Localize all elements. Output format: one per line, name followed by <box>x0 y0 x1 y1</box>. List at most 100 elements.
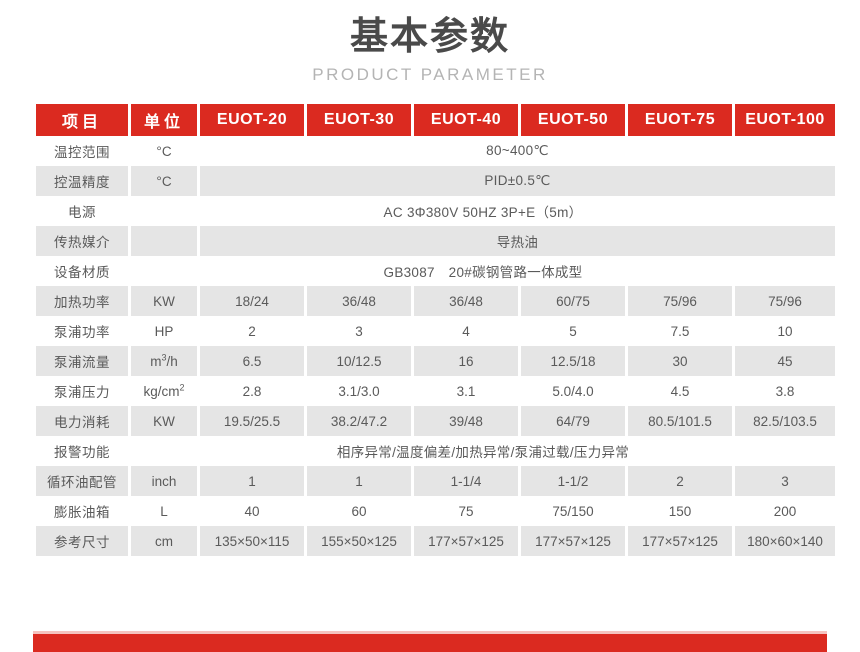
table-cell: 75/96 <box>628 286 732 316</box>
table-cell: 3 <box>307 316 411 346</box>
row-merged-value: GB3087 20#碳钢管路一体成型 <box>131 256 835 286</box>
table-cell: 155×50×125 <box>307 526 411 556</box>
row-label: 温控范围 <box>36 136 128 166</box>
table-cell: 5.0/4.0 <box>521 376 625 406</box>
table-cell: 80.5/101.5 <box>628 406 732 436</box>
row-label: 控温精度 <box>36 166 128 196</box>
table-cell: 16 <box>414 346 518 376</box>
table-header-cell-m20: EUOT-20 <box>200 104 304 136</box>
table-header-cell-item: 项目 <box>36 104 128 136</box>
row-merged-value: 导热油 <box>200 226 835 256</box>
table-row: 电力消耗 KW 19.5/25.5 38.2/47.2 39/48 64/79 80.5/1… <box>36 406 835 436</box>
table-cell: 75/150 <box>521 496 625 526</box>
table-row: 泵浦压力 kg/cm2 2.8 3.1/3.0 3.1 5.0/4.0 4.5 3.8 <box>36 376 835 406</box>
table-cell: 1 <box>307 466 411 496</box>
table-row: 控温精度 °C PID±0.5℃ <box>36 166 835 196</box>
table-cell: 2 <box>200 316 304 346</box>
row-label: 膨胀油箱 <box>36 496 128 526</box>
row-label: 电力消耗 <box>36 406 128 436</box>
row-label: 传热媒介 <box>36 226 128 256</box>
table-body: 温控范围 °C 80~400℃ 控温精度 °C PID±0.5℃ 电源 AC 3Φ380V 5… <box>36 136 835 556</box>
table-header: 项目 单位 EUOT-20 EUOT-30 EUOT-40 EUOT-50 EUOT-75 E… <box>36 104 835 136</box>
table-cell: 4.5 <box>628 376 732 406</box>
row-label: 泵浦功率 <box>36 316 128 346</box>
row-label: 泵浦流量 <box>36 346 128 376</box>
row-label: 设备材质 <box>36 256 128 286</box>
row-merged-value: 相序异常/温度偏差/加热异常/泵浦过载/压力异常 <box>131 436 835 466</box>
table-row: 膨胀油箱 L 40 60 75 75/150 150 200 <box>36 496 835 526</box>
table-cell: 36/48 <box>414 286 518 316</box>
table-cell: 5 <box>521 316 625 346</box>
table-cell: 75/96 <box>735 286 835 316</box>
table-cell: 30 <box>628 346 732 376</box>
table-row: 循环油配管 inch 1 1 1-1/4 1-1/2 2 3 <box>36 466 835 496</box>
table-cell: 180×60×140 <box>735 526 835 556</box>
table-row: 设备材质 GB3087 20#碳钢管路一体成型 <box>36 256 835 286</box>
table-cell: 45 <box>735 346 835 376</box>
table-cell: 2.8 <box>200 376 304 406</box>
table-header-row: 项目 单位 EUOT-20 EUOT-30 EUOT-40 EUOT-50 EUOT-75 E… <box>36 104 835 136</box>
table-cell: 75 <box>414 496 518 526</box>
table-row: 参考尺寸 cm 135×50×115 155×50×125 177×57×125 177×… <box>36 526 835 556</box>
page-subtitle: PRODUCT PARAMETER <box>312 65 548 84</box>
table-cell: 38.2/47.2 <box>307 406 411 436</box>
row-unit: °C <box>131 136 197 166</box>
table-cell: 150 <box>628 496 732 526</box>
table-row: 温控范围 °C 80~400℃ <box>36 136 835 166</box>
table-cell: 177×57×125 <box>628 526 732 556</box>
table-cell: 3.1/3.0 <box>307 376 411 406</box>
row-unit: cm <box>131 526 197 556</box>
row-merged-value: PID±0.5℃ <box>200 166 835 196</box>
table-cell: 64/79 <box>521 406 625 436</box>
row-merged-value: 80~400℃ <box>200 136 835 166</box>
table-cell: 3.1 <box>414 376 518 406</box>
table-row: 加热功率 KW 18/24 36/48 36/48 60/75 75/96 75/96 <box>36 286 835 316</box>
row-unit <box>131 226 197 256</box>
table-cell: 40 <box>200 496 304 526</box>
table-cell: 12.5/18 <box>521 346 625 376</box>
row-label: 循环油配管 <box>36 466 128 496</box>
parameter-table: 项目 单位 EUOT-20 EUOT-30 EUOT-40 EUOT-50 EUOT-75 E… <box>33 104 838 556</box>
table-row: 泵浦流量 m3/h 6.5 10/12.5 16 12.5/18 30 45 <box>36 346 835 376</box>
table-row: 泵浦功率 HP 2 3 4 5 7.5 10 <box>36 316 835 346</box>
row-unit: KW <box>131 406 197 436</box>
table-cell: 2 <box>628 466 732 496</box>
row-label: 电源 <box>36 196 128 226</box>
table-cell: 7.5 <box>628 316 732 346</box>
row-unit: kg/cm2 <box>131 376 197 406</box>
table-header-cell-m100: EUOT-100 <box>735 104 835 136</box>
row-unit: KW <box>131 286 197 316</box>
table-header-cell-unit: 单位 <box>131 104 197 136</box>
table-header-cell-m75: EUOT-75 <box>628 104 732 136</box>
table-cell: 1-1/2 <box>521 466 625 496</box>
table-cell: 82.5/103.5 <box>735 406 835 436</box>
row-label: 参考尺寸 <box>36 526 128 556</box>
table-cell: 18/24 <box>200 286 304 316</box>
row-unit: °C <box>131 166 197 196</box>
table-cell: 3.8 <box>735 376 835 406</box>
parameter-table-wrap: 项目 单位 EUOT-20 EUOT-30 EUOT-40 EUOT-50 EUOT-75 E… <box>33 104 835 556</box>
table-cell: 60 <box>307 496 411 526</box>
table-cell: 10/12.5 <box>307 346 411 376</box>
row-unit: L <box>131 496 197 526</box>
table-cell: 19.5/25.5 <box>200 406 304 436</box>
table-cell: 177×57×125 <box>414 526 518 556</box>
table-cell: 135×50×115 <box>200 526 304 556</box>
row-label: 报警功能 <box>36 436 128 466</box>
table-row: 报警功能 相序异常/温度偏差/加热异常/泵浦过载/压力异常 <box>36 436 835 466</box>
table-cell: 1-1/4 <box>414 466 518 496</box>
row-merged-value: AC 3Φ380V 50HZ 3P+E（5m） <box>131 196 835 226</box>
table-row: 传热媒介 导热油 <box>36 226 835 256</box>
table-cell: 1 <box>200 466 304 496</box>
row-label: 泵浦压力 <box>36 376 128 406</box>
table-cell: 200 <box>735 496 835 526</box>
row-unit: m3/h <box>131 346 197 376</box>
table-header-cell-m40: EUOT-40 <box>414 104 518 136</box>
table-cell: 3 <box>735 466 835 496</box>
row-unit: HP <box>131 316 197 346</box>
bottom-accent-bar <box>33 631 827 652</box>
row-label: 加热功率 <box>36 286 128 316</box>
table-cell: 10 <box>735 316 835 346</box>
page-header: 基本参数 PRODUCT PARAMETER <box>0 0 860 88</box>
table-row: 电源 AC 3Φ380V 50HZ 3P+E（5m） <box>36 196 835 226</box>
